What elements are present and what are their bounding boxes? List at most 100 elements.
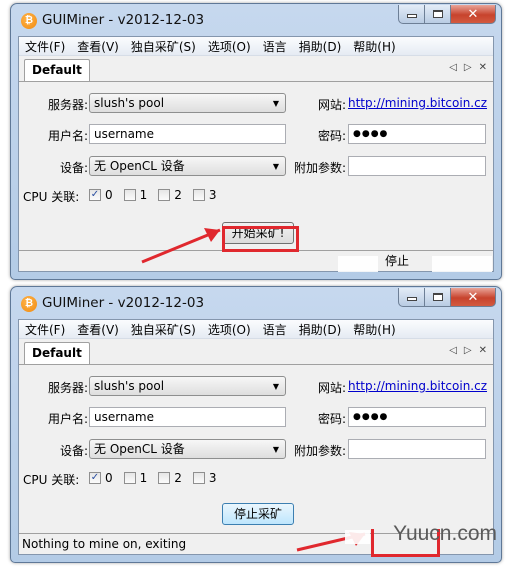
cpu-checkbox-label: 1: [139, 188, 148, 202]
tab-next-icon[interactable]: ▷: [464, 62, 472, 73]
menu-item[interactable]: 选项(O): [208, 38, 251, 55]
username-label: 用户名:: [47, 129, 88, 143]
tab-controls: ◁ ▷ ✕: [449, 62, 487, 73]
server-select[interactable]: slush's pool ▼: [89, 93, 286, 113]
cpu-checkbox-label: 2: [174, 471, 182, 485]
tab-strip: Default ◁ ▷ ✕: [19, 56, 493, 81]
password-label: 密码:: [317, 412, 346, 426]
cpu-checkbox-3[interactable]: [192, 189, 205, 201]
menu-item[interactable]: 独自采矿(S): [131, 38, 196, 55]
close-button[interactable]: ✕: [451, 288, 496, 307]
tab-controls: ◁ ▷ ✕: [449, 345, 487, 356]
server-label: 服务器:: [47, 98, 88, 112]
device-label: 设备:: [59, 444, 88, 458]
device-select[interactable]: 无 OpenCL 设备 ▼: [89, 156, 286, 176]
watermark: Yuucn.com: [393, 522, 497, 545]
device-value: 无 OpenCL 设备: [94, 159, 185, 173]
title-bar[interactable]: ₿ GUIMiner - v2012-12-03 ✕: [11, 287, 501, 319]
status-text: Nothing to mine on, exiting: [22, 537, 187, 551]
menu-item[interactable]: 帮助(H): [353, 321, 395, 338]
menu-bar: 文件(F) 查看(V) 独自采矿(S) 选项(O) 语言 捐助(D) 帮助(H): [19, 37, 493, 56]
miner-panel: 服务器: slush's pool ▼ 网站: http://mining.bitcoi…: [19, 364, 493, 525]
server-value: slush's pool: [94, 379, 165, 393]
menu-item[interactable]: 查看(V): [77, 321, 119, 338]
close-icon: ✕: [467, 6, 479, 22]
tab-next-icon[interactable]: ▷: [464, 345, 472, 356]
extra-args-input[interactable]: [348, 439, 486, 459]
website-link[interactable]: http://mining.bitcoin.cz: [348, 96, 487, 110]
menu-item[interactable]: 文件(F): [25, 38, 65, 55]
menu-item[interactable]: 查看(V): [77, 38, 119, 55]
website-link[interactable]: http://mining.bitcoin.cz: [348, 379, 487, 393]
menu-item[interactable]: 帮助(H): [353, 38, 395, 55]
cpu-checkbox-label: 1: [139, 471, 148, 485]
minimize-button[interactable]: [398, 288, 425, 307]
password-input[interactable]: ●●●●: [348, 407, 486, 427]
cpu-affinity-checkboxes: ✓ 0 1 2 3: [89, 471, 228, 485]
maximize-button[interactable]: [425, 288, 451, 307]
window-title: GUIMiner - v2012-12-03: [42, 295, 205, 311]
cpu-checkbox-2[interactable]: [158, 189, 171, 201]
menu-item[interactable]: 捐助(D): [299, 321, 342, 338]
menu-bar: 文件(F) 查看(V) 独自采矿(S) 选项(O) 语言 捐助(D) 帮助(H): [19, 320, 493, 339]
status-bar: 停止: [19, 250, 493, 271]
stop-mining-button[interactable]: 停止采矿: [222, 503, 294, 525]
image-artifact: [345, 530, 370, 544]
cpu-affinity-label: CPU 关联:: [23, 190, 80, 204]
cpu-checkbox-0[interactable]: ✓: [89, 472, 101, 484]
tab-prev-icon[interactable]: ◁: [449, 62, 457, 73]
server-label: 服务器:: [47, 381, 88, 395]
caption-buttons: ✕: [398, 5, 496, 24]
tab-default[interactable]: Default: [24, 59, 90, 81]
menu-item[interactable]: 文件(F): [25, 321, 65, 338]
arrow-annotation-start: [141, 228, 221, 264]
miner-panel: 服务器: slush's pool ▼ 网站: http://mining.bitcoi…: [19, 81, 493, 244]
extra-args-label: 附加参数:: [293, 444, 346, 458]
username-input[interactable]: username: [89, 124, 286, 144]
maximize-button[interactable]: [425, 5, 451, 24]
tab-close-icon[interactable]: ✕: [479, 345, 487, 356]
tab-prev-icon[interactable]: ◁: [449, 345, 457, 356]
title-bar[interactable]: ₿ GUIMiner - v2012-12-03 ✕: [11, 4, 501, 36]
status-right-text: 停止: [385, 254, 410, 268]
tab-close-icon[interactable]: ✕: [479, 62, 487, 73]
window-title: GUIMiner - v2012-12-03: [42, 12, 205, 28]
close-button[interactable]: ✕: [451, 5, 496, 24]
cpu-checkbox-1[interactable]: [123, 472, 136, 484]
image-artifact: [432, 256, 492, 272]
tab-strip: Default ◁ ▷ ✕: [19, 339, 493, 364]
chevron-down-icon: ▼: [272, 162, 279, 171]
tab-default[interactable]: Default: [24, 342, 90, 364]
server-value: slush's pool: [94, 96, 165, 110]
cpu-checkbox-3[interactable]: [192, 472, 205, 484]
cpu-checkbox-label: 3: [208, 188, 217, 202]
menu-item[interactable]: 捐助(D): [299, 38, 342, 55]
password-label: 密码:: [317, 129, 346, 143]
password-input[interactable]: ●●●●: [348, 124, 486, 144]
bitcoin-icon: ₿: [21, 296, 37, 312]
device-label: 设备:: [59, 161, 88, 175]
username-label: 用户名:: [47, 412, 88, 426]
cpu-checkbox-label: 3: [208, 471, 217, 485]
menu-item[interactable]: 语言: [263, 38, 287, 55]
cpu-checkbox-0[interactable]: ✓: [89, 189, 101, 201]
maximize-icon: [432, 10, 443, 18]
device-select[interactable]: 无 OpenCL 设备 ▼: [89, 439, 286, 459]
cpu-checkbox-2[interactable]: [158, 472, 171, 484]
cpu-affinity-checkboxes: ✓ 0 1 2 3: [89, 188, 228, 202]
cpu-checkbox-label: 2: [174, 188, 182, 202]
menu-item[interactable]: 语言: [263, 321, 287, 338]
minimize-icon: [406, 14, 417, 18]
caption-buttons: ✕: [398, 288, 496, 307]
minimize-icon: [406, 297, 417, 301]
username-input[interactable]: username: [89, 407, 286, 427]
server-select[interactable]: slush's pool ▼: [89, 376, 286, 396]
client-area: 文件(F) 查看(V) 独自采矿(S) 选项(O) 语言 捐助(D) 帮助(H) Defaul…: [18, 319, 494, 555]
website-label: 网站:: [317, 381, 346, 395]
extra-args-input[interactable]: [348, 156, 486, 176]
menu-item[interactable]: 选项(O): [208, 321, 251, 338]
menu-item[interactable]: 独自采矿(S): [131, 321, 196, 338]
maximize-icon: [432, 293, 443, 301]
minimize-button[interactable]: [398, 5, 425, 24]
cpu-checkbox-1[interactable]: [123, 189, 136, 201]
